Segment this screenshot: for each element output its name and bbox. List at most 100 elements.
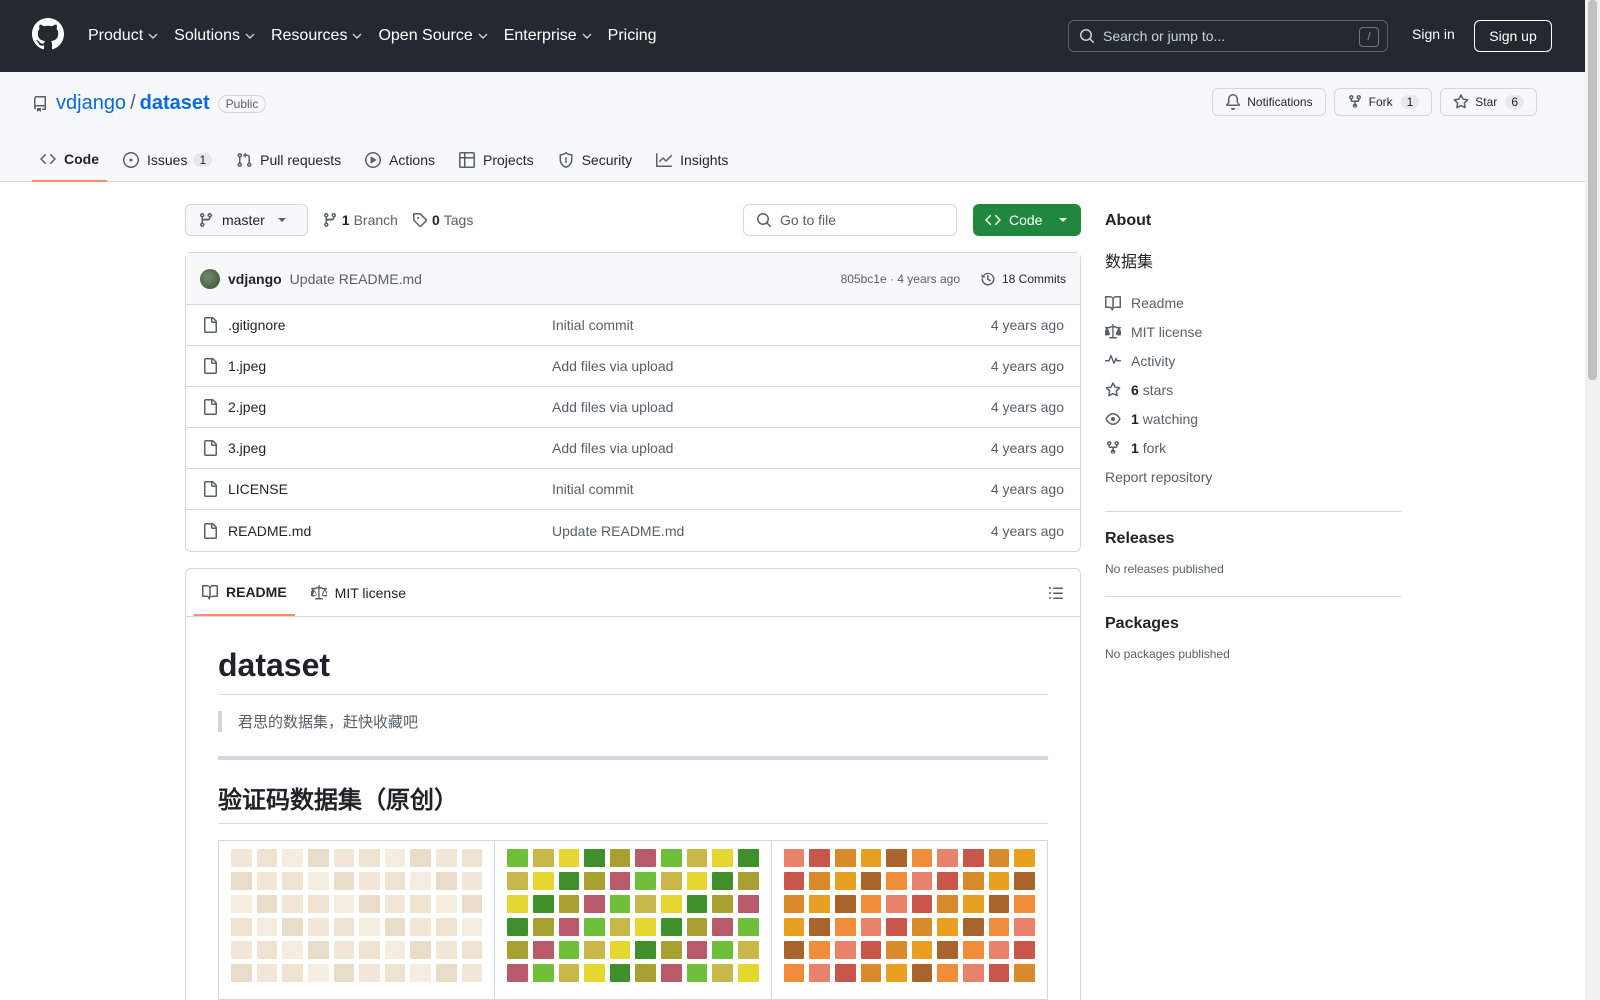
captcha-sample-tile xyxy=(783,964,805,982)
file-name-link[interactable]: LICENSE xyxy=(228,481,288,497)
file-name-link[interactable]: 1.jpeg xyxy=(228,358,266,374)
fork-button[interactable]: Fork 1 xyxy=(1333,88,1433,116)
table-row[interactable]: .gitignore Initial commit 4 years ago xyxy=(186,305,1080,346)
notifications-button[interactable]: Notifications xyxy=(1212,88,1326,116)
github-logo-icon[interactable] xyxy=(32,18,64,50)
file-name-link[interactable]: 3.jpeg xyxy=(228,440,266,456)
tab-pull-requests[interactable]: Pull requests xyxy=(228,138,349,182)
tab-insights[interactable]: Insights xyxy=(648,138,736,182)
branches-link[interactable]: 1 Branch xyxy=(322,212,398,228)
captcha-sample-tile xyxy=(988,895,1010,913)
file-name-link[interactable]: .gitignore xyxy=(228,317,286,333)
captcha-sample-tile xyxy=(436,895,457,913)
repo-sidebar: About 数据集 Readme MIT license Activity 6 star… xyxy=(1105,204,1401,661)
about-item-mit-license[interactable]: MIT license xyxy=(1105,317,1401,346)
captcha-sample-tile xyxy=(809,849,830,867)
tab-label: Issues xyxy=(147,152,188,168)
file-name-link[interactable]: 2.jpeg xyxy=(228,399,266,415)
captcha-sample-tile xyxy=(635,849,657,867)
nav-item-open-source[interactable]: Open Source xyxy=(378,22,488,50)
table-row[interactable]: LICENSE Initial commit 4 years ago xyxy=(186,469,1080,510)
about-item-activity[interactable]: Activity xyxy=(1105,346,1401,375)
tab-projects[interactable]: Projects xyxy=(451,138,542,182)
repo-owner-link[interactable]: vdjango xyxy=(56,92,126,115)
tab-code[interactable]: Code xyxy=(32,138,107,182)
repo-name-link[interactable]: dataset xyxy=(140,92,210,115)
table-row[interactable]: 3.jpeg Add files via upload 4 years ago xyxy=(186,428,1080,469)
nav-item-product[interactable]: Product xyxy=(88,22,158,50)
sign-in-link[interactable]: Sign in xyxy=(1412,26,1455,42)
nav-item-label: Pricing xyxy=(607,27,657,44)
table-row[interactable]: README.md Update README.md 4 years ago xyxy=(186,510,1080,551)
tab-issues[interactable]: Issues 1 xyxy=(115,138,220,182)
releases-heading[interactable]: Releases xyxy=(1105,530,1401,548)
about-item-readme[interactable]: Readme xyxy=(1105,288,1401,317)
nav-item-resources[interactable]: Resources xyxy=(271,22,362,50)
captcha-sample-tile xyxy=(963,918,984,936)
scrollbar-thumb[interactable] xyxy=(1588,0,1597,380)
table-row[interactable]: 1.jpeg Add files via upload 4 years ago xyxy=(186,346,1080,387)
about-item-watching[interactable]: 1 watching xyxy=(1105,404,1401,433)
file-commit-message-link[interactable]: Add files via upload xyxy=(552,358,673,374)
repo-header: vdjango / dataset Public Notifications F… xyxy=(0,72,1585,182)
captcha-sample-tile xyxy=(738,872,759,890)
tab-readme[interactable]: README xyxy=(194,569,295,616)
author-avatar[interactable] xyxy=(200,268,220,289)
captcha-sample-tile xyxy=(282,895,303,913)
file-name-link[interactable]: README.md xyxy=(228,523,311,539)
about-item-report-repository[interactable]: Report repository xyxy=(1105,462,1401,491)
captcha-sample-tile xyxy=(384,941,406,959)
tab-license[interactable]: MIT license xyxy=(303,569,414,616)
captcha-sample-tile xyxy=(231,964,252,982)
captcha-sample-tile xyxy=(886,895,907,913)
nav-item-label: Enterprise xyxy=(503,27,577,44)
page-scrollbar[interactable] xyxy=(1585,0,1600,1000)
global-search-input[interactable]: Search or jump to... / xyxy=(1068,20,1388,52)
captcha-sample-tile xyxy=(1014,872,1035,890)
captcha-sample-tile xyxy=(558,918,580,936)
nav-item-solutions[interactable]: Solutions xyxy=(174,22,255,50)
about-item-stars[interactable]: 6 stars xyxy=(1105,375,1401,404)
captcha-sample-tile xyxy=(359,872,380,890)
nav-item-enterprise[interactable]: Enterprise xyxy=(504,22,592,50)
search-icon xyxy=(757,213,772,228)
captcha-sample-tile xyxy=(461,895,483,913)
file-commit-message-link[interactable]: Initial commit xyxy=(552,317,634,333)
file-commit-message-link[interactable]: Add files via upload xyxy=(552,440,673,456)
releases-note: No releases published xyxy=(1105,562,1224,576)
captcha-sample-tile xyxy=(436,849,457,867)
tags-link[interactable]: 0 Tags xyxy=(412,212,473,228)
branch-select-button[interactable]: master xyxy=(185,204,308,236)
nav-item-pricing[interactable]: Pricing xyxy=(608,22,657,50)
star-button[interactable]: Star 6 xyxy=(1440,88,1537,116)
captcha-sample-tile xyxy=(507,941,528,959)
captcha-sample-tile xyxy=(282,941,303,959)
sign-up-button[interactable]: Sign up xyxy=(1474,20,1552,52)
captcha-sample-tile xyxy=(436,941,457,959)
file-icon xyxy=(204,481,217,497)
play-icon xyxy=(365,152,382,168)
commit-hash-date[interactable]: 805bc1e · 4 years ago xyxy=(841,272,960,286)
tab-actions[interactable]: Actions xyxy=(357,138,443,182)
outline-list-icon[interactable] xyxy=(1048,585,1064,601)
code-icon xyxy=(40,153,56,165)
captcha-sample-tile xyxy=(1014,918,1035,936)
commit-message-link[interactable]: Update README.md xyxy=(290,271,422,287)
captcha-sample-tile xyxy=(359,895,380,913)
captcha-sample-tile xyxy=(661,872,682,890)
table-row[interactable]: 2.jpeg Add files via upload 4 years ago xyxy=(186,387,1080,428)
captcha-sample-tile xyxy=(911,872,933,890)
captcha-sample-tile xyxy=(584,849,605,867)
commits-history-link[interactable]: 18 Commits xyxy=(980,271,1066,287)
file-commit-message-link[interactable]: Initial commit xyxy=(552,481,634,497)
packages-heading[interactable]: Packages xyxy=(1105,615,1401,633)
file-commit-message-link[interactable]: Add files via upload xyxy=(552,399,673,415)
tab-security[interactable]: Security xyxy=(550,138,641,182)
file-commit-message-link[interactable]: Update README.md xyxy=(552,523,684,539)
go-to-file-input[interactable]: Go to file xyxy=(743,204,957,236)
about-item-fork[interactable]: 1 fork xyxy=(1105,433,1401,462)
code-dropdown-button[interactable]: Code xyxy=(973,204,1081,236)
commit-author-link[interactable]: vdjango xyxy=(228,271,282,287)
captcha-sample-tile xyxy=(584,918,605,936)
history-icon xyxy=(981,272,995,285)
